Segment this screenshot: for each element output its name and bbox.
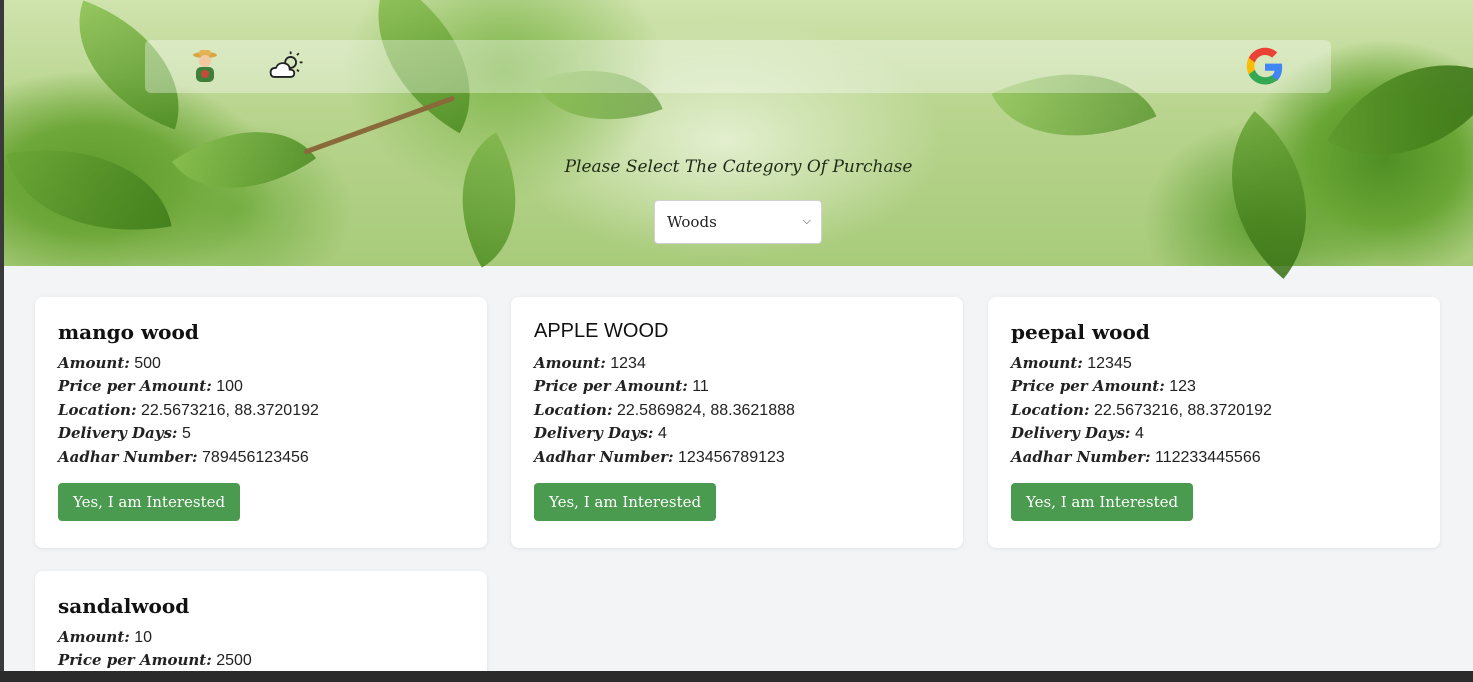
price-row: Price per Amount: 2500 — [58, 651, 252, 670]
product-name: peepal wood — [1011, 320, 1150, 344]
product-name: sandalwood — [58, 594, 190, 618]
os-taskbar — [0, 671, 1473, 682]
amount-row: Amount: 500 — [58, 354, 161, 372]
interested-button[interactable]: Yes, I am Interested — [58, 483, 241, 522]
interested-button[interactable]: Yes, I am Interested — [534, 483, 717, 522]
top-navbar — [145, 40, 1331, 93]
price-value: 11 — [692, 378, 709, 396]
aadhar-row: Aadhar Number: 112233445566 — [1011, 447, 1261, 466]
price-value: 2500 — [216, 652, 252, 670]
delivery-row: Delivery Days: 4 — [1011, 424, 1144, 443]
delivery-value: 4 — [1134, 425, 1144, 443]
page: Please Select The Category Of Purchase W… — [4, 0, 1473, 671]
delivery-row: Delivery Days: 5 — [58, 424, 191, 443]
amount-row: Amount: 1234 — [534, 354, 646, 372]
delivery-row: Delivery Days: 4 — [534, 424, 667, 443]
category-prompt: Please Select The Category Of Purchase — [564, 157, 913, 177]
aadhar-row: Aadhar Number: 123456789123 — [534, 447, 785, 466]
interested-button[interactable]: Yes, I am Interested — [1011, 483, 1194, 522]
delivery-value: 5 — [181, 425, 191, 443]
amount-value: 10 — [134, 629, 153, 646]
price-value: 123 — [1169, 378, 1196, 396]
weather-icon[interactable] — [267, 46, 307, 86]
aadhar-value: 123456789123 — [678, 448, 785, 466]
product-card: APPLE WOOD Amount: 1234 Price per Amount… — [511, 297, 963, 548]
product-card: mango wood Amount: 500 Price per Amount:… — [35, 297, 487, 548]
leaf-decoration — [426, 132, 552, 268]
product-card: peepal wood Amount: 12345 Price per Amou… — [988, 297, 1440, 548]
price-row: Price per Amount: 123 — [1011, 377, 1196, 396]
chevron-down-icon: ⌵ — [802, 214, 811, 227]
aadhar-value: 112233445566 — [1155, 448, 1261, 466]
leaf-decoration — [6, 127, 172, 253]
amount-row: Amount: 10 — [58, 628, 153, 646]
category-select-value: Woods — [667, 213, 717, 231]
price-row: Price per Amount: 100 — [58, 377, 243, 396]
category-select[interactable]: Woods ⌵ — [654, 200, 822, 244]
price-row: Price per Amount: 11 — [534, 377, 709, 396]
farmer-icon[interactable] — [185, 46, 225, 86]
location-value: 22.5673216, 88.3720192 — [1093, 401, 1272, 419]
amount-value: 12345 — [1087, 355, 1132, 372]
product-name: APPLE WOOD — [534, 320, 669, 342]
amount-value: 500 — [134, 355, 161, 372]
location-row: Location: 22.5673216, 88.3720192 — [58, 400, 319, 419]
product-card: sandalwood Amount: 10 Price per Amount: … — [35, 571, 487, 671]
product-name: mango wood — [58, 320, 199, 344]
location-value: 22.5869824, 88.3621888 — [616, 401, 795, 419]
location-row: Location: 22.5869824, 88.3621888 — [534, 400, 795, 419]
aadhar-value: 789456123456 — [202, 448, 309, 466]
location-value: 22.5673216, 88.3720192 — [140, 401, 319, 419]
price-value: 100 — [216, 378, 243, 396]
hero-banner: Please Select The Category Of Purchase W… — [4, 0, 1473, 279]
location-row: Location: 22.5673216, 88.3720192 — [1011, 400, 1272, 419]
branch-decoration — [303, 95, 456, 155]
amount-value: 1234 — [610, 355, 646, 372]
google-icon[interactable] — [1243, 45, 1287, 89]
amount-row: Amount: 12345 — [1011, 354, 1132, 372]
aadhar-row: Aadhar Number: 789456123456 — [58, 447, 309, 466]
delivery-value: 4 — [657, 425, 667, 443]
